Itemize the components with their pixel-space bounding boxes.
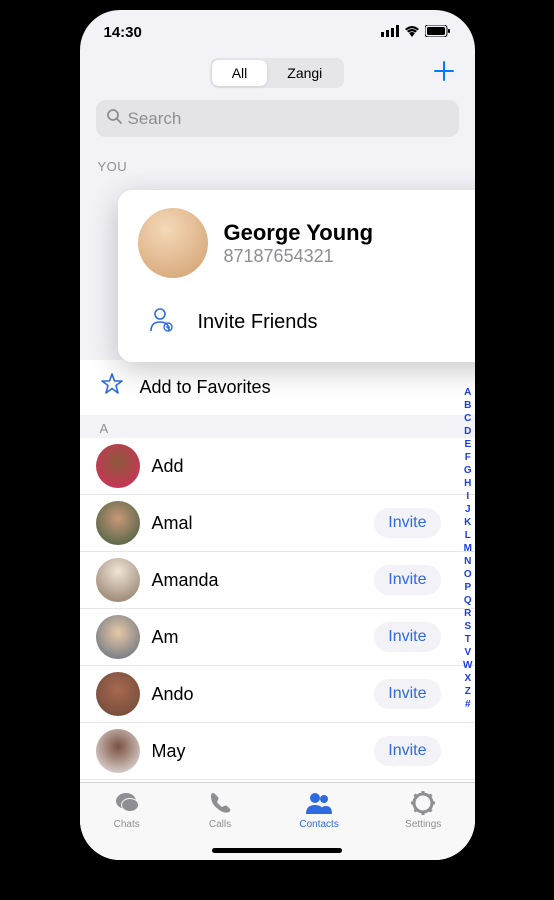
phone-icon <box>207 789 233 817</box>
list-item[interactable]: Am Invite <box>80 609 475 666</box>
avatar <box>96 729 140 773</box>
alpha-letter[interactable]: M <box>463 542 472 555</box>
alpha-letter[interactable]: Z <box>463 685 472 698</box>
status-bar: 14:30 <box>80 10 475 54</box>
star-icon <box>100 372 124 403</box>
alpha-letter[interactable]: S <box>463 620 472 633</box>
alpha-letter[interactable]: I <box>463 490 472 503</box>
chat-icon <box>113 789 141 817</box>
tab-settings[interactable]: Settings <box>405 789 441 860</box>
avatar <box>96 615 140 659</box>
alpha-letter[interactable]: W <box>463 659 472 672</box>
search-input[interactable]: Search <box>96 100 459 137</box>
tab-label: Chats <box>114 819 140 830</box>
tab-chats[interactable]: Chats <box>113 789 141 860</box>
add-button[interactable] <box>433 57 455 89</box>
status-icons <box>381 24 451 41</box>
list-item[interactable]: Amal Invite <box>80 495 475 552</box>
contact-name: Ando <box>152 684 363 705</box>
tab-all[interactable]: All <box>212 60 268 86</box>
tab-zangi[interactable]: Zangi <box>267 60 342 86</box>
contact-name: Amanda <box>152 570 363 591</box>
search-wrap: Search <box>80 96 475 147</box>
alpha-letter[interactable]: K <box>463 516 472 529</box>
alpha-letter[interactable]: R <box>463 607 472 620</box>
tab-label: Calls <box>209 819 231 830</box>
signal-icon <box>381 24 399 41</box>
profile-phone: 87187654321 <box>224 246 475 267</box>
home-indicator[interactable] <box>212 848 342 853</box>
alpha-index[interactable]: ABCDEFGHIJKLMNOPQRSTVWXZ# <box>463 386 472 711</box>
list-item[interactable]: Amanda Invite <box>80 552 475 609</box>
header: All Zangi <box>80 54 475 96</box>
invite-button[interactable]: Invite <box>374 508 440 538</box>
alpha-letter[interactable]: D <box>463 425 472 438</box>
alpha-letter[interactable]: A <box>463 386 472 399</box>
alpha-letter[interactable]: J <box>463 503 472 516</box>
invite-friends-button[interactable]: Invite Friends <box>118 292 475 362</box>
alpha-letter[interactable]: F <box>463 451 472 464</box>
section-you: YOU <box>80 147 475 180</box>
contact-name: Add <box>152 456 459 477</box>
invite-button[interactable]: Invite <box>374 622 440 652</box>
alpha-letter[interactable]: B <box>463 399 472 412</box>
contact-name: Am <box>152 627 363 648</box>
segmented-control[interactable]: All Zangi <box>210 58 345 88</box>
contact-name: Amal <box>152 513 363 534</box>
status-time: 14:30 <box>104 24 142 41</box>
alpha-letter[interactable]: G <box>463 464 472 477</box>
avatar <box>96 672 140 716</box>
favorites-label: Add to Favorites <box>140 377 271 398</box>
alpha-letter[interactable]: C <box>463 412 472 425</box>
tab-label: Settings <box>405 819 441 830</box>
alpha-letter[interactable]: Q <box>463 594 472 607</box>
avatar <box>138 208 208 278</box>
avatar <box>96 501 140 545</box>
invite-button[interactable]: Invite <box>374 679 440 709</box>
alpha-letter[interactable]: X <box>463 672 472 685</box>
profile-info: George Young 87187654321 <box>224 220 475 267</box>
contact-list: Add Amal Invite Amanda Invite Am Invite … <box>80 438 475 837</box>
avatar <box>96 558 140 602</box>
alpha-letter[interactable]: # <box>463 698 472 711</box>
alpha-letter[interactable]: L <box>463 529 472 542</box>
alpha-letter[interactable]: T <box>463 633 472 646</box>
invite-friends-label: Invite Friends <box>198 311 318 334</box>
tab-label: Contacts <box>299 819 338 830</box>
search-icon <box>106 108 122 129</box>
battery-icon <box>425 24 451 41</box>
search-placeholder: Search <box>128 109 182 129</box>
profile-popover: George Young 87187654321 i Invite Friend… <box>118 190 475 362</box>
list-item[interactable]: Add <box>80 438 475 495</box>
alpha-letter[interactable]: E <box>463 438 472 451</box>
list-item[interactable]: Ando Invite <box>80 666 475 723</box>
alpha-letter[interactable]: O <box>463 568 472 581</box>
contacts-icon <box>304 789 334 817</box>
invite-button[interactable]: Invite <box>374 565 440 595</box>
alpha-letter[interactable]: H <box>463 477 472 490</box>
gear-icon <box>410 789 436 817</box>
alpha-letter[interactable]: V <box>463 646 472 659</box>
contact-name: May <box>152 741 363 762</box>
invite-button[interactable]: Invite <box>374 736 440 766</box>
list-item[interactable]: May Invite <box>80 723 475 780</box>
profile-name: George Young <box>224 220 475 246</box>
avatar <box>96 444 140 488</box>
alpha-letter[interactable]: N <box>463 555 472 568</box>
alpha-letter[interactable]: P <box>463 581 472 594</box>
person-add-icon <box>146 304 176 340</box>
phone-screen: 14:30 All Zangi Search <box>80 10 475 860</box>
profile-row[interactable]: George Young 87187654321 i <box>118 190 475 292</box>
letter-section-a: A <box>80 415 475 438</box>
add-to-favorites-button[interactable]: Add to Favorites <box>80 360 475 415</box>
wifi-icon <box>404 24 420 41</box>
